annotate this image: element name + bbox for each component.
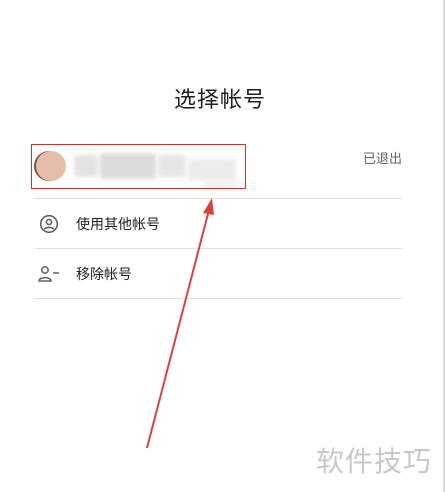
use-other-account-item[interactable]: 使用其他帐号 [34, 199, 402, 248]
remove-account-item[interactable]: 移除帐号 [34, 249, 402, 298]
signed-out-status: 已退出 [362, 152, 402, 167]
page-title: 选择帐号 [173, 88, 266, 113]
divider [34, 298, 402, 299]
person-remove-icon [38, 263, 60, 285]
remove-account-label: 移除帐号 [76, 266, 132, 283]
use-other-account-label: 使用其他帐号 [76, 216, 160, 233]
watermark: 软件技巧 [316, 445, 433, 478]
account-circle-icon [38, 213, 60, 235]
account-item[interactable]: 已退出 [31, 141, 402, 197]
highlight-box [31, 144, 246, 189]
